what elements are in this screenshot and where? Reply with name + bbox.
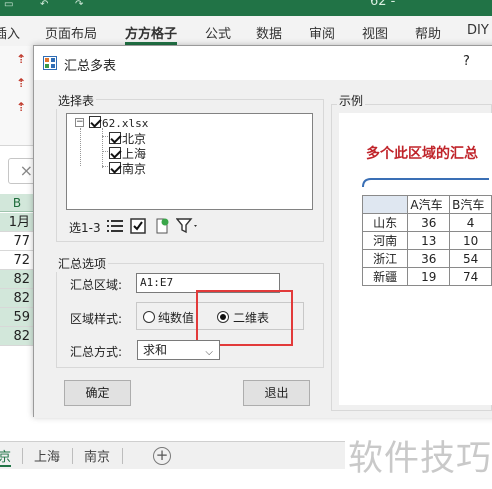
example-cell: 4 [449, 213, 492, 232]
example-table-col-header: A汽车 [407, 195, 451, 214]
dialog-title-bar: 汇总多表 ? [34, 46, 492, 80]
tree-line [102, 128, 103, 168]
example-label: 示例 [337, 92, 366, 109]
method-select[interactable]: 求和 ⌵ [137, 340, 220, 360]
dialog-title: 汇总多表 [64, 59, 117, 74]
highlight-annotation [196, 290, 293, 346]
region-style-label: 区域样式: [70, 312, 123, 326]
example-table-row: 浙江 36 54 [361, 249, 492, 268]
example-table-corner [361, 195, 409, 214]
sheet-tab-shanghai[interactable]: 上海 [34, 446, 60, 465]
example-cell: 36 [407, 249, 451, 268]
tree-collapse-toggle[interactable]: − [75, 118, 84, 127]
tree-node-sheet[interactable]: 南京 [109, 160, 146, 177]
checkbox-checked-icon[interactable] [109, 162, 121, 174]
sheet-tab-divider [72, 448, 73, 464]
tree-node-label: 北京 [122, 132, 147, 146]
cell[interactable]: 1月 [0, 213, 34, 232]
tree-node-label: 南京 [122, 162, 147, 176]
example-table-col-header: B汽车 [449, 195, 492, 214]
sheet-tab-divider [122, 448, 123, 464]
ribbon-tool-icon[interactable]: ⇡ [16, 100, 26, 114]
tab-insert[interactable]: 插入 [0, 23, 20, 42]
example-table-row: 河南 13 10 [361, 231, 492, 250]
summary-options-label: 汇总选项 [56, 255, 109, 272]
example-row-header: 新疆 [361, 267, 409, 286]
sheet-tab-nanjing[interactable]: 南京 [84, 446, 110, 465]
ribbon-tab-bar: 插入 页面布局 方方格子 公式 数据 审阅 视图 帮助 DIY [0, 16, 492, 46]
sheet-tab-divider [22, 448, 23, 464]
tree-node-label: 上海 [122, 147, 147, 161]
tab-review[interactable]: 审阅 [309, 23, 335, 42]
example-cell: 13 [407, 231, 451, 250]
checkbox-checked-icon[interactable] [109, 132, 121, 144]
exit-button[interactable]: 退出 [243, 380, 310, 406]
radio-plain-values[interactable] [143, 311, 155, 323]
tab-fangfang[interactable]: 方方格子 [125, 23, 177, 42]
tab-data[interactable]: 数据 [256, 23, 282, 42]
add-sheet-icon[interactable]: + [153, 447, 171, 465]
method-select-value: 求和 [143, 343, 168, 357]
checkbox-checked-icon[interactable] [89, 116, 101, 128]
example-table-header-row: A汽车 B汽车 [361, 195, 492, 214]
example-row-header: 浙江 [361, 249, 409, 268]
select-range-button[interactable]: 选1-3 [69, 219, 101, 236]
tab-help[interactable]: 帮助 [415, 23, 441, 42]
range-label: 汇总区域: [70, 278, 123, 292]
refresh-icon[interactable] [154, 217, 170, 235]
tree-node-label: 62.xlsx [102, 117, 149, 130]
tab-diy[interactable]: DIY [467, 23, 489, 38]
example-cell: 54 [449, 249, 492, 268]
watermark: 软件技巧 [348, 439, 492, 479]
cell[interactable]: 82 [0, 327, 34, 346]
tab-formulas[interactable]: 公式 [205, 23, 231, 42]
list-icon[interactable] [107, 219, 123, 233]
example-cell: 19 [407, 267, 451, 286]
tree-toolstrip: 选1-3 [66, 214, 266, 240]
select-sheets-label: 选择表 [56, 92, 97, 109]
redo-icon[interactable]: ↷ [75, 0, 83, 10]
ribbon-tool-icon[interactable]: ⇡ [16, 76, 26, 90]
cell[interactable]: 82 [0, 270, 34, 289]
tab-page-layout[interactable]: 页面布局 [45, 23, 97, 42]
help-button[interactable]: ? [463, 54, 470, 69]
tab-view[interactable]: 视图 [362, 23, 388, 42]
ok-button[interactable]: 确定 [64, 380, 131, 406]
undo-icon[interactable]: ↶ [40, 0, 48, 10]
checkbox-checked-icon[interactable] [109, 147, 121, 159]
tree-line [80, 128, 81, 166]
method-label: 汇总方式: [70, 345, 123, 359]
check-all-icon[interactable] [130, 218, 146, 234]
file-name: 62 - [370, 0, 396, 9]
brace-icon [362, 178, 489, 188]
example-cell: 10 [449, 231, 492, 250]
ribbon-tool-icon[interactable]: ⇡ [16, 52, 26, 66]
example-table: A汽车 B汽车 山东 36 4 河南 13 10 浙江 36 54 新疆 19 … [361, 195, 492, 286]
filter-icon[interactable] [176, 218, 200, 234]
example-cell: 36 [407, 213, 451, 232]
cell[interactable]: 82 [0, 289, 34, 308]
radio-plain-values-label[interactable]: 纯数值 [158, 309, 194, 326]
example-row-header: 山东 [361, 213, 409, 232]
cell[interactable]: 59 [0, 308, 34, 327]
chevron-down-icon: ⌵ [205, 347, 213, 358]
cell[interactable]: 77 [0, 232, 34, 251]
sheet-tab-bar: 京 上海 南京 + [0, 441, 345, 469]
example-table-row: 新疆 19 74 [361, 267, 492, 286]
app-icon [43, 56, 57, 70]
sheet-tree[interactable]: − 62.xlsx 北京 上海 南京 [66, 113, 313, 210]
column-header-b[interactable]: B [0, 194, 34, 212]
tree-node-workbook[interactable]: 62.xlsx [89, 116, 148, 130]
cell[interactable]: 72 [0, 251, 34, 270]
example-caption: 多个此区域的汇总 [366, 146, 478, 162]
example-row-header: 河南 [361, 231, 409, 250]
save-icon[interactable]: ▭ [4, 0, 13, 10]
example-table-row: 山东 36 4 [361, 213, 492, 232]
example-cell: 74 [449, 267, 492, 286]
excel-title-bar: ▭ ↶ ↷ 62 - [0, 0, 492, 16]
sheet-tab-beijing[interactable]: 京 [0, 446, 12, 467]
